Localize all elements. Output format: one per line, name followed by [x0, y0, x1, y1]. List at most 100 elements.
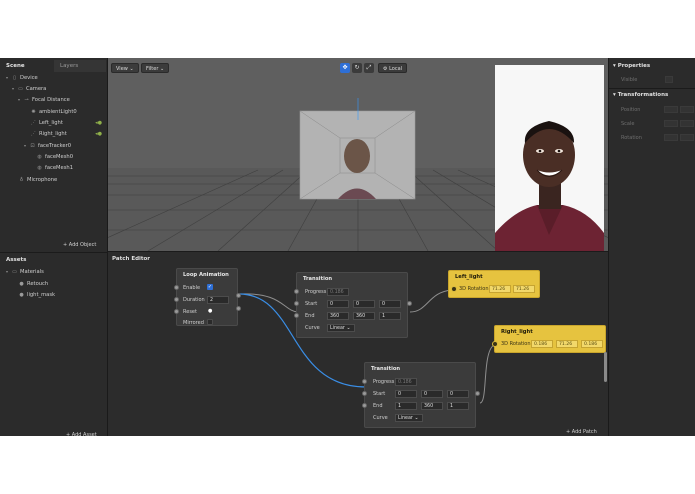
tree-item-left-light[interactable]: ⋰ Left_light ◂●	[30, 118, 106, 128]
input-port[interactable]	[174, 309, 179, 314]
add-object-button[interactable]: + Add Object	[63, 242, 96, 248]
output-port[interactable]	[236, 293, 241, 298]
patch-editor[interactable]: Patch Editor Loop Animation Enable ✓ Dur…	[108, 251, 608, 436]
start-z-field[interactable]: 0	[379, 300, 401, 308]
progress-field[interactable]: 0.186	[327, 288, 349, 296]
input-port[interactable]	[294, 301, 299, 306]
end-z-field[interactable]: 1	[447, 402, 469, 410]
view-label: View	[116, 66, 128, 72]
scale-x-field[interactable]	[664, 120, 678, 127]
properties-header[interactable]: ▾ Properties	[613, 63, 650, 69]
end-z-field[interactable]: 1	[379, 312, 401, 320]
tree-item-facemesh1[interactable]: ◍ faceMesh1	[36, 163, 73, 173]
input-port[interactable]	[174, 297, 179, 302]
duration-field[interactable]: 2	[207, 296, 229, 304]
patch-link-icon[interactable]: ◂●	[95, 129, 102, 139]
rotation-x-field[interactable]: 71.26	[489, 285, 511, 293]
input-port[interactable]	[362, 391, 367, 396]
rotate-tool-icon[interactable]: ↻	[352, 63, 362, 73]
asset-retouch[interactable]: ● Retouch	[18, 279, 48, 289]
right-light-node[interactable]: Right_light 3D Rotation 0.186 71.26 0.18…	[492, 325, 606, 353]
scale-y-field[interactable]	[680, 120, 694, 127]
scale-tool-icon[interactable]: ⤢	[364, 63, 374, 73]
move-tool-icon[interactable]: ✥	[340, 63, 350, 73]
start-z-field[interactable]: 0	[447, 390, 469, 398]
rotation-label: 3D Rotation	[501, 341, 531, 347]
tree-item-microphone[interactable]: ♁ Microphone	[18, 175, 58, 185]
asset-folder-materials[interactable]: ▾ ▭ Materials	[6, 267, 44, 277]
visible-checkbox[interactable]	[665, 76, 673, 83]
asset-light-mask[interactable]: ● light_mask	[18, 290, 55, 300]
input-port[interactable]	[362, 379, 367, 384]
tree-label: Focal Distance	[32, 97, 70, 103]
curve-dropdown[interactable]: Linear ⌄	[327, 324, 355, 332]
tree-item-right-light[interactable]: ⋰ Right_light ◂●	[30, 129, 106, 139]
input-port[interactable]	[174, 285, 179, 290]
tree-label: Right_light	[39, 131, 67, 137]
input-port[interactable]	[362, 403, 367, 408]
position-x-field[interactable]	[664, 106, 678, 113]
node-title: Transition	[371, 366, 401, 372]
curve-label: Curve	[373, 415, 388, 421]
tree-item-device[interactable]: ▾ ▯ Device	[6, 73, 38, 83]
start-y-field[interactable]: 0	[353, 300, 375, 308]
gear-icon: ⚙	[383, 66, 388, 72]
curve-dropdown[interactable]: Linear ⌄	[395, 414, 423, 422]
rotation-x-field[interactable]	[664, 134, 678, 141]
tree-item-focal-distance[interactable]: ▾ ⊸ Focal Distance	[18, 95, 70, 105]
end-y-field[interactable]: 360	[353, 312, 375, 320]
tree-label: faceTracker0	[38, 143, 72, 149]
progress-field[interactable]: 0.186	[395, 378, 417, 386]
node-title: Right_light	[501, 329, 533, 335]
transition-node-2[interactable]: Transition Progress 0.186 Start 0 0 0 En…	[362, 362, 480, 428]
position-y-field[interactable]	[680, 106, 694, 113]
filter-dropdown[interactable]: Filter ⌄	[141, 63, 170, 73]
output-port[interactable]	[475, 391, 480, 396]
end-y-field[interactable]: 360	[421, 402, 443, 410]
rotation-y-field[interactable]	[680, 134, 694, 141]
input-port[interactable]	[451, 286, 457, 292]
start-label: Start	[373, 391, 386, 397]
scene-tabs: Scene Layers	[0, 60, 108, 72]
loop-animation-node[interactable]: Loop Animation Enable ✓ Duration 2 Reset…	[174, 268, 241, 326]
input-port[interactable]	[294, 313, 299, 318]
rotation-y-field[interactable]: 71.26	[513, 285, 535, 293]
tree-item-ambientlight0[interactable]: ✺ ambientLight0	[30, 107, 106, 117]
mirrored-checkbox[interactable]	[207, 319, 213, 325]
node-title: Left_light	[455, 274, 483, 280]
end-x-field[interactable]: 360	[327, 312, 349, 320]
chevron-down-icon: ⌄	[414, 416, 419, 421]
output-port[interactable]	[236, 306, 241, 311]
view-dropdown[interactable]: View ⌄	[111, 63, 139, 73]
tree-item-facemesh0[interactable]: ◍ faceMesh0	[36, 152, 73, 162]
start-x-field[interactable]: 0	[395, 390, 417, 398]
add-asset-button[interactable]: + Add Asset	[66, 432, 97, 438]
local-toggle[interactable]: ⚙ Local	[378, 63, 408, 73]
reset-dot-icon[interactable]: ●	[208, 308, 212, 314]
material-sphere-icon: ●	[19, 292, 24, 298]
rotation-y-field[interactable]: 71.26	[556, 340, 578, 348]
tree-item-camera[interactable]: ▾ ▭ Camera	[12, 84, 46, 94]
enable-checkbox[interactable]: ✓	[207, 284, 213, 290]
rotation-label: 3D Rotation	[459, 286, 489, 292]
output-port[interactable]	[407, 301, 412, 306]
left-light-node[interactable]: Left_light 3D Rotation 71.26 71.26	[448, 270, 540, 298]
patch-link-icon[interactable]: ◂●	[95, 118, 102, 128]
tab-layers[interactable]: Layers	[54, 60, 106, 72]
transformations-header[interactable]: ▾ Transformations	[613, 92, 668, 98]
node-title: Loop Animation	[183, 272, 229, 278]
scrollbar[interactable]	[604, 352, 607, 382]
input-port[interactable]	[294, 289, 299, 294]
input-port[interactable]	[492, 341, 498, 347]
rotation-x-field[interactable]: 0.186	[531, 340, 553, 348]
end-x-field[interactable]: 1	[395, 402, 417, 410]
start-y-field[interactable]: 0	[421, 390, 443, 398]
transition-node-1[interactable]: Transition Progress 0.186 Start 0 0 0 En…	[294, 272, 412, 338]
add-patch-button[interactable]: + Add Patch	[566, 429, 597, 435]
end-label: End	[373, 403, 383, 409]
tab-scene[interactable]: Scene	[0, 60, 52, 72]
rotation-z-field[interactable]: 0.186	[581, 340, 603, 348]
node-title: Transition	[303, 276, 333, 282]
tree-item-facetracker0[interactable]: ▾ ⊡ faceTracker0	[24, 141, 71, 151]
start-x-field[interactable]: 0	[327, 300, 349, 308]
